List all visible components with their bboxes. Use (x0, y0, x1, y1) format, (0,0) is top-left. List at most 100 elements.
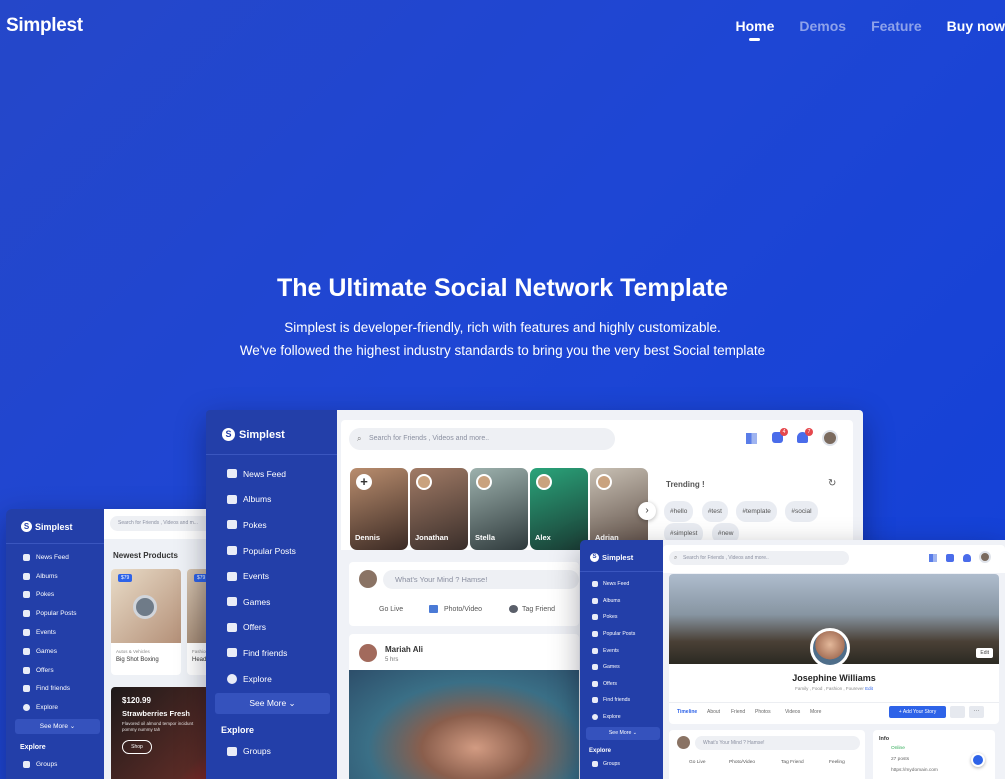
photo-video-button[interactable]: Photo/Video (729, 760, 755, 765)
story-avatar (476, 474, 492, 490)
trending-tag[interactable]: #test (701, 501, 728, 522)
main-mock-menu: News Feed Albums Pokes Popular Posts Eve… (206, 454, 337, 691)
chat-fab-button[interactable] (971, 753, 985, 767)
right-menu-pokes[interactable]: Pokes (580, 609, 663, 626)
right-menu-find-friends[interactable]: Find friends (580, 692, 663, 709)
left-menu-popular-posts[interactable]: Popular Posts (6, 604, 104, 623)
messages-icon[interactable] (946, 554, 954, 562)
left-menu-find-friends[interactable]: Find friends (6, 680, 104, 699)
apps-grid-icon[interactable] (929, 554, 937, 562)
left-menu-groups[interactable]: Groups (6, 755, 104, 773)
profile-edit-link[interactable]: Edit (865, 686, 873, 691)
left-menu-explore[interactable]: Explore (6, 698, 104, 717)
main-menu-explore[interactable]: Explore (206, 666, 337, 692)
product-category-1: Autos & Vehicles (116, 649, 150, 654)
story-add[interactable]: + Dennis (350, 468, 408, 550)
tag-friend-button[interactable]: Tag Friend (522, 606, 555, 613)
right-menu-games[interactable]: Games (580, 659, 663, 676)
promo-shop-button[interactable]: Shop (122, 740, 152, 754)
main-menu-games[interactable]: Games (206, 589, 337, 615)
trending-tag[interactable]: #template (736, 501, 777, 522)
users-icon (23, 685, 30, 693)
story-card[interactable]: Alex (530, 468, 588, 550)
profile-avatar[interactable] (810, 628, 850, 668)
hero-subtitle: Simplest is developer-friendly, rich wit… (0, 316, 1005, 362)
nav-buy-now[interactable]: Buy now (947, 18, 1005, 34)
left-menu-games[interactable]: Games (6, 642, 104, 661)
right-menu-albums[interactable]: Albums (580, 593, 663, 610)
right-mock-search[interactable]: ⌕ Search for Friends , Videos and more.. (669, 551, 849, 565)
feeling-button[interactable]: Feeling (829, 760, 845, 765)
avatar[interactable] (822, 430, 838, 446)
tab-more[interactable]: More (810, 709, 821, 715)
info-title: Info (879, 736, 890, 742)
website-link[interactable]: https://mydomain.com (891, 768, 938, 773)
hero-title: The Ultimate Social Network Template (276, 274, 729, 302)
main-menu-popular-posts[interactable]: Popular Posts (206, 538, 337, 564)
tag-icon (592, 680, 598, 687)
go-live-button[interactable]: Go Live (379, 606, 403, 613)
left-menu-albums[interactable]: Albums (6, 567, 104, 586)
tab-about[interactable]: About (707, 709, 720, 715)
right-see-more-button[interactable]: See More ⌄ (586, 727, 660, 741)
avatar (677, 736, 690, 749)
right-menu-events[interactable]: Events (580, 642, 663, 659)
brand-logo[interactable]: Simplest (6, 15, 83, 37)
main-menu-albums[interactable]: Albums (206, 487, 337, 513)
add-story-button[interactable]: + Add Your Story (889, 706, 946, 718)
chevron-right-icon[interactable]: › (638, 502, 656, 520)
trending-tag[interactable]: #hello (664, 501, 694, 522)
story-card[interactable]: Jonathan (410, 468, 468, 550)
story-card[interactable]: Stella (470, 468, 528, 550)
tab-timeline[interactable]: Timeline (677, 709, 697, 715)
photo-video-button[interactable]: Photo/Video (444, 606, 482, 613)
main-mock-brand: Simplest (239, 428, 285, 441)
tag-friend-button[interactable]: Tag Friend (781, 760, 804, 765)
main-menu-groups[interactable]: Groups (206, 739, 337, 763)
left-menu-news-feed[interactable]: News Feed (6, 548, 104, 567)
list-view-button[interactable] (950, 706, 965, 718)
main-menu-events[interactable]: Events (206, 563, 337, 589)
tab-friend[interactable]: Friend (731, 709, 745, 715)
nav-feature[interactable]: Feature (871, 18, 922, 34)
product-card-1[interactable]: $79 Autos & Vehicles Big Shot Boxing (111, 569, 181, 675)
album-icon (592, 597, 598, 604)
trending-tag[interactable]: #social (785, 501, 818, 522)
apps-grid-icon[interactable] (746, 433, 757, 444)
left-menu-offers[interactable]: Offers (6, 661, 104, 680)
users-icon (592, 697, 598, 704)
tab-videos[interactable]: Videos (785, 709, 800, 715)
right-composer-input[interactable]: What's Your Mind ? Hamse! (695, 736, 860, 750)
post-author[interactable]: Mariah Ali (385, 645, 423, 654)
main-menu-find-friends[interactable]: Find friends (206, 640, 337, 666)
calendar-icon (23, 629, 30, 637)
left-menu-pokes[interactable]: Pokes (6, 586, 104, 605)
refresh-icon[interactable]: ↻ (828, 478, 836, 489)
compass-icon (23, 704, 30, 712)
tab-photos[interactable]: Photos (755, 709, 771, 715)
avatar[interactable] (979, 551, 991, 563)
right-menu-offers[interactable]: Offers (580, 676, 663, 693)
cover-edit-button[interactable]: Edit (976, 648, 993, 658)
main-see-more-button[interactable]: See More ⌄ (215, 693, 330, 715)
go-live-button[interactable]: Go Live (689, 760, 706, 765)
right-menu-groups[interactable]: Groups (580, 756, 663, 771)
simplest-logo-icon: S (222, 428, 235, 441)
left-menu-events[interactable]: Events (6, 623, 104, 642)
main-menu-pokes[interactable]: Pokes (206, 512, 337, 538)
post-image[interactable] (349, 670, 579, 779)
more-options-button[interactable]: ··· (969, 706, 984, 718)
right-menu-popular-posts[interactable]: Popular Posts (580, 626, 663, 643)
right-menu-news-feed[interactable]: News Feed (580, 576, 663, 593)
main-menu-news-feed[interactable]: News Feed (206, 461, 337, 487)
nav-home[interactable]: Home (735, 18, 774, 41)
nav-demos[interactable]: Demos (799, 18, 846, 34)
left-see-more-button[interactable]: See More ⌄ (15, 719, 100, 735)
composer-input[interactable]: What's Your Mind ? Hamse! (383, 570, 579, 589)
groups-icon (227, 746, 237, 756)
main-menu-offers[interactable]: Offers (206, 615, 337, 641)
story-name: Dennis (355, 533, 381, 542)
bell-icon[interactable] (963, 554, 971, 562)
right-menu-explore[interactable]: Explore (580, 709, 663, 726)
main-mock-search[interactable]: ⌕ Search for Friends , Videos and more.. (349, 428, 615, 450)
